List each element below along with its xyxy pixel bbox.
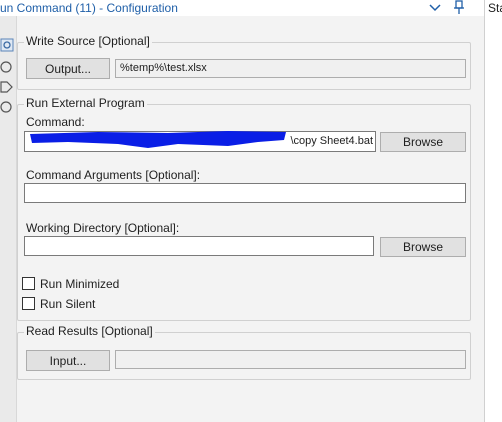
working-directory-label: Working Directory [Optional]: bbox=[26, 221, 180, 235]
input-button[interactable]: Input... bbox=[26, 350, 110, 371]
command-label: Command: bbox=[26, 115, 85, 129]
note-icon[interactable] bbox=[0, 100, 14, 114]
working-directory-browse-button[interactable]: Browse bbox=[380, 237, 466, 257]
tag-icon[interactable] bbox=[0, 80, 14, 94]
working-directory-field[interactable] bbox=[24, 236, 374, 256]
run-minimized-checkbox[interactable] bbox=[22, 277, 35, 290]
icon-strip bbox=[0, 16, 17, 422]
output-button[interactable]: Output... bbox=[26, 58, 110, 79]
adjacent-panel-label: Sta bbox=[488, 1, 502, 15]
read-results-legend: Read Results [Optional] bbox=[24, 324, 155, 338]
redaction-mark bbox=[30, 131, 286, 148]
input-path-field[interactable] bbox=[115, 350, 466, 369]
gear-icon[interactable] bbox=[0, 38, 14, 52]
chevron-down-icon[interactable] bbox=[428, 2, 442, 14]
write-source-legend: Write Source [Optional] bbox=[24, 34, 152, 48]
run-minimized-label[interactable]: Run Minimized bbox=[40, 277, 119, 291]
window-title: un Command (11) - Configuration bbox=[0, 1, 178, 15]
pin-icon[interactable] bbox=[452, 0, 466, 15]
run-silent-label[interactable]: Run Silent bbox=[40, 297, 95, 311]
run-silent-checkbox[interactable] bbox=[22, 297, 35, 310]
circle-icon[interactable] bbox=[0, 60, 14, 74]
command-arguments-label: Command Arguments [Optional]: bbox=[26, 168, 201, 182]
adjacent-panel bbox=[484, 0, 502, 422]
run-external-program-legend: Run External Program bbox=[24, 96, 147, 110]
command-arguments-field[interactable] bbox=[24, 183, 466, 203]
output-path-field[interactable]: %temp%\test.xlsx bbox=[115, 59, 466, 78]
command-value: \copy Sheet4.bat bbox=[290, 135, 373, 147]
command-browse-button[interactable]: Browse bbox=[380, 132, 466, 152]
